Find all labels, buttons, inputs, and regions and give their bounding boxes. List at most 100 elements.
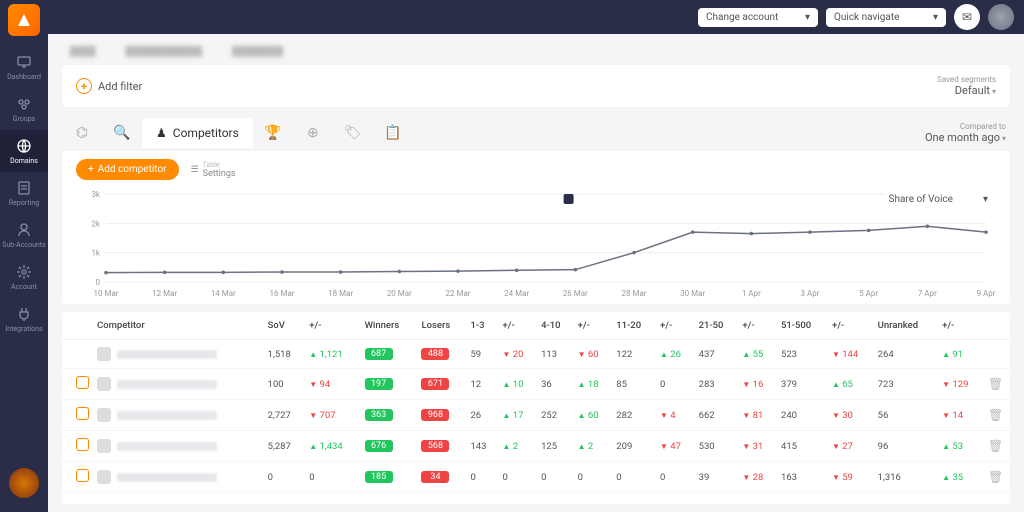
sidebar-item-label: Domains [10, 157, 38, 165]
col-header[interactable]: 51-500 [777, 312, 828, 340]
sidebar-item-label: Dashboard [7, 73, 41, 81]
svg-text:26 Mar: 26 Mar [563, 289, 588, 298]
user-icon [15, 221, 33, 239]
col-header[interactable]: Competitor [93, 312, 264, 340]
sidebar-item-label: Sub-Accounts [2, 241, 45, 249]
svg-text:28 Mar: 28 Mar [621, 289, 646, 298]
delete-icon[interactable]: 🗑 [988, 408, 1003, 422]
col-header[interactable]: 11-20 [612, 312, 656, 340]
row-checkbox[interactable] [76, 438, 89, 451]
col-header[interactable]: +/- [828, 312, 874, 340]
delete-icon[interactable]: 🗑 [988, 377, 1003, 391]
col-header[interactable]: Winners [361, 312, 418, 340]
chart-metric-label: Share of Voice [889, 194, 953, 205]
svg-text:3k: 3k [91, 190, 100, 199]
tab-competitors[interactable]: ♟ Competitors [142, 118, 253, 148]
sidebar-item-integrations[interactable]: Integrations [0, 298, 48, 340]
favicon-icon [97, 439, 111, 453]
row-checkbox[interactable] [76, 407, 89, 420]
col-header[interactable]: +/- [938, 312, 984, 340]
col-header[interactable]: Unranked [874, 312, 939, 340]
tab-notes[interactable]: 📋 [373, 115, 413, 151]
mail-icon: ✉ [962, 10, 972, 24]
tab-target[interactable]: ⊕ [293, 115, 333, 151]
col-header[interactable]: 21-50 [695, 312, 739, 340]
table-settings-button[interactable]: ☰ Table Settings [191, 161, 236, 179]
delete-icon[interactable]: 🗑 [988, 470, 1003, 484]
tab-tag[interactable]: 🏷 [333, 115, 373, 151]
svg-text:24 Mar: 24 Mar [504, 289, 529, 298]
col-header[interactable]: 4-10 [537, 312, 574, 340]
sidebar-item-subaccounts[interactable]: Sub-Accounts [0, 214, 48, 256]
col-header[interactable]: SoV [264, 312, 306, 340]
target-icon: ⊕ [307, 125, 319, 141]
button-label: Add competitor [98, 164, 167, 175]
mascot-avatar[interactable] [9, 468, 39, 498]
add-competitor-button[interactable]: + Add competitor [76, 159, 179, 180]
report-icon [15, 179, 33, 197]
chevron-down-icon: ▾ [933, 12, 938, 23]
chart-metric-select[interactable]: Share of Voice ▾ [885, 192, 992, 207]
col-header[interactable]: +/- [305, 312, 360, 340]
sidebar-item-reporting[interactable]: Reporting [0, 172, 48, 214]
col-header[interactable]: Losers [417, 312, 466, 340]
delete-icon[interactable]: 🗑 [988, 439, 1003, 453]
winners-badge: 676 [365, 440, 393, 452]
tab-trophy[interactable]: 🏆 [253, 115, 293, 151]
settings-label: Settings [203, 169, 236, 179]
tab-search[interactable]: 🔍 [102, 115, 142, 151]
svg-text:3 Apr: 3 Apr [801, 289, 820, 298]
tab-overview[interactable]: ⌬ [62, 115, 102, 151]
breadcrumb: ████████████████████████ [62, 42, 1010, 61]
svg-text:5 Apr: 5 Apr [859, 289, 878, 298]
col-header[interactable]: +/- [738, 312, 777, 340]
winners-badge: 197 [365, 378, 393, 390]
losers-badge: 34 [421, 471, 449, 483]
compare-label: Compared to [925, 122, 1006, 131]
sidebar-item-label: Account [11, 283, 37, 291]
competitors-table: CompetitorSoV+/-WinnersLosers1-3+/-4-10+… [62, 312, 1010, 504]
svg-text:1 Apr: 1 Apr [742, 289, 761, 298]
add-filter-button[interactable]: + Add filter [76, 78, 142, 94]
compared-to-select[interactable]: Compared to One month ago ▾ [925, 122, 1010, 144]
row-checkbox[interactable] [76, 469, 89, 482]
competitor-name [117, 380, 217, 389]
change-account-select[interactable]: Change account ▾ [698, 8, 818, 27]
sidebar-item-account[interactable]: Account [0, 256, 48, 298]
row-checkbox[interactable] [76, 376, 89, 389]
sidebar-item-label: Reporting [9, 199, 39, 207]
user-avatar[interactable] [988, 4, 1014, 30]
col-header[interactable]: +/- [498, 312, 537, 340]
app-logo[interactable] [8, 4, 40, 36]
col-header[interactable]: 1-3 [466, 312, 498, 340]
losers-badge: 671 [421, 378, 449, 390]
saved-segments-select[interactable]: Saved segments Default ▾ [937, 75, 996, 97]
compare-value: One month ago [925, 131, 1000, 144]
favicon-icon [97, 377, 111, 391]
svg-text:18 Mar: 18 Mar [328, 289, 353, 298]
mail-button[interactable]: ✉ [954, 4, 980, 30]
sidebar-item-domains[interactable]: Domains [0, 130, 48, 172]
winners-badge: 185 [365, 471, 393, 483]
sidebar-item-groups[interactable]: Groups [0, 88, 48, 130]
competitor-name [117, 473, 217, 482]
chevron-down-icon: ▾ [992, 87, 996, 96]
search-icon: 🔍 [113, 125, 130, 141]
filter-bar: + Add filter Saved segments Default ▾ [62, 65, 1010, 107]
winners-badge: 363 [365, 409, 393, 421]
quick-navigate-select[interactable]: Quick navigate ▾ [826, 8, 946, 27]
trophy-icon: 🏆 [264, 125, 281, 141]
chevron-down-icon: ▾ [1002, 134, 1006, 143]
tab-strip: ⌬ 🔍 ♟ Competitors 🏆 ⊕ 🏷 📋 [62, 115, 413, 151]
col-header[interactable]: +/- [574, 312, 613, 340]
chart-svg: 01k2k3k10 Mar12 Mar14 Mar16 Mar18 Mar20 … [76, 188, 996, 300]
gear-icon [15, 263, 33, 281]
favicon-icon [97, 347, 111, 361]
svg-text:16 Mar: 16 Mar [269, 289, 294, 298]
monitor-icon [15, 53, 33, 71]
col-header[interactable]: +/- [656, 312, 695, 340]
losers-badge: 968 [421, 409, 449, 421]
sidebar-item-dashboard[interactable]: Dashboard [0, 46, 48, 88]
competitor-name [117, 350, 217, 359]
losers-badge: 488 [421, 348, 449, 360]
